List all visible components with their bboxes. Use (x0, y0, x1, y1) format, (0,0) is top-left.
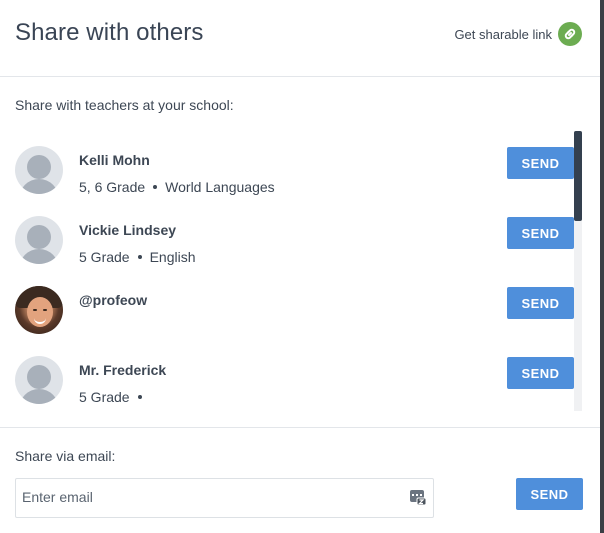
share-modal: Share with others Get sharable link Shar… (0, 0, 600, 533)
get-sharable-link[interactable]: Get sharable link (454, 22, 582, 46)
send-button[interactable]: SEND (507, 287, 574, 319)
list-item: @profeow SEND (0, 270, 586, 340)
email-section-label: Share via email: (15, 448, 116, 464)
scrollbar-thumb[interactable] (574, 131, 582, 221)
avatar (15, 146, 63, 194)
teacher-subject: World Languages (165, 179, 275, 195)
divider (0, 427, 600, 428)
link-icon[interactable] (558, 22, 582, 46)
default-avatar-icon (27, 155, 51, 179)
send-button[interactable]: SEND (507, 357, 574, 389)
get-sharable-link-label[interactable]: Get sharable link (454, 27, 552, 42)
teacher-meta: 5 Grade English (79, 249, 196, 265)
teacher-name: @profeow (79, 292, 148, 308)
teacher-grade: 5 Grade (79, 389, 130, 405)
send-button[interactable]: SEND (507, 217, 574, 249)
email-field[interactable] (16, 479, 408, 515)
teacher-grade: 5, 6 Grade (79, 179, 146, 195)
separator-dot (137, 255, 142, 259)
window-edge (600, 0, 604, 533)
teacher-list: Kelli Mohn 5, 6 Grade World Languages SE… (0, 130, 586, 412)
avatar (15, 216, 63, 264)
teachers-section-label: Share with teachers at your school: (15, 97, 234, 113)
teacher-grade: 5 Grade (79, 249, 130, 265)
list-item: Kelli Mohn 5, 6 Grade World Languages SE… (0, 130, 586, 200)
list-item: Vickie Lindsey 5 Grade English SEND (0, 200, 586, 270)
avatar (15, 356, 63, 404)
list-item: Mr. Frederick 5 Grade SEND (0, 340, 586, 410)
separator-dot (137, 395, 142, 399)
modal-title: Share with others (15, 19, 204, 46)
teacher-name: Vickie Lindsey (79, 222, 177, 238)
teacher-name: Kelli Mohn (79, 152, 150, 168)
avatar (15, 286, 63, 334)
contacts-icon[interactable] (409, 488, 427, 506)
email-field-wrapper (15, 478, 434, 518)
separator-dot (153, 185, 158, 189)
email-send-button[interactable]: SEND (516, 478, 583, 510)
default-avatar-icon (27, 225, 51, 249)
teacher-subject: English (149, 249, 196, 265)
teacher-name: Mr. Frederick (79, 362, 167, 378)
teacher-meta: 5, 6 Grade World Languages (79, 179, 275, 195)
teacher-meta: 5 Grade (79, 389, 142, 405)
modal-header: Share with others Get sharable link (0, 0, 600, 77)
send-button[interactable]: SEND (507, 147, 574, 179)
default-avatar-icon (27, 365, 51, 389)
